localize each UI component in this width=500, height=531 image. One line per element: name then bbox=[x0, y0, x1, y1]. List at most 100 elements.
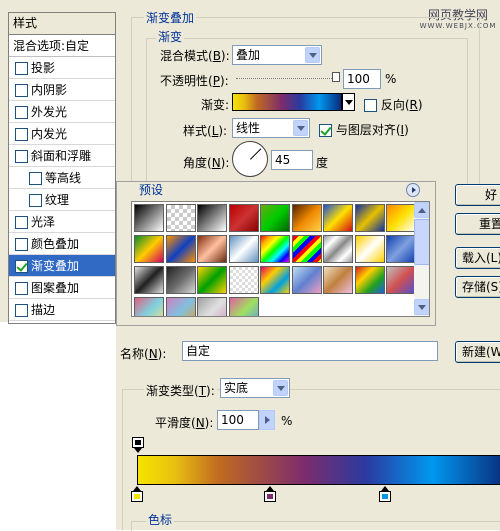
opacity-input[interactable]: 100 bbox=[343, 69, 381, 89]
gradient-picker[interactable] bbox=[232, 93, 342, 111]
preset-swatch[interactable] bbox=[165, 297, 196, 316]
opacity-slider-track[interactable] bbox=[236, 78, 340, 79]
name-input[interactable]: 自定 bbox=[182, 341, 438, 361]
smoothness-input[interactable]: 100 bbox=[217, 410, 259, 430]
triangle-right-icon bbox=[265, 416, 270, 424]
style-item[interactable]: 投影 bbox=[9, 57, 115, 79]
smoothness-stepper[interactable] bbox=[259, 410, 275, 430]
preset-swatch[interactable] bbox=[165, 235, 196, 263]
style-item-label: 内阴影 bbox=[31, 83, 68, 97]
chevron-down-icon bbox=[418, 305, 426, 310]
angle-dial[interactable] bbox=[232, 141, 268, 177]
align-with-layer-checkbox[interactable]: 与图层对齐(I) bbox=[319, 121, 409, 138]
preset-swatch[interactable] bbox=[197, 235, 227, 263]
style-item-checkbox[interactable] bbox=[15, 128, 28, 141]
style-item-checkbox[interactable] bbox=[15, 304, 28, 317]
gradient-dropdown-button[interactable] bbox=[342, 93, 355, 111]
style-item[interactable]: 颜色叠加 bbox=[9, 233, 115, 255]
reset-button[interactable]: 重置 bbox=[455, 213, 500, 235]
preset-swatch[interactable] bbox=[354, 204, 385, 232]
style-item-checkbox[interactable] bbox=[29, 194, 42, 207]
style-item-checkbox[interactable] bbox=[15, 62, 28, 75]
preset-swatch[interactable] bbox=[386, 266, 416, 294]
preset-swatch[interactable] bbox=[228, 235, 259, 263]
style-select[interactable]: 线性 bbox=[232, 118, 310, 138]
preset-swatch[interactable] bbox=[260, 266, 290, 294]
style-item-checkbox[interactable] bbox=[15, 150, 28, 163]
preset-swatch[interactable] bbox=[134, 204, 164, 232]
style-item-checkbox[interactable] bbox=[15, 216, 28, 229]
style-item-checkbox[interactable] bbox=[15, 84, 28, 97]
preset-swatch[interactable] bbox=[291, 266, 322, 294]
opacity-label-text: 不透明性( bbox=[160, 74, 213, 88]
preset-swatch[interactable] bbox=[354, 266, 385, 294]
new-button[interactable]: 新建(W) bbox=[455, 341, 500, 363]
gradient-type-select[interactable]: 实底 bbox=[220, 378, 290, 398]
style-item-checkbox[interactable] bbox=[15, 238, 28, 251]
color-stops-title: 色标 bbox=[146, 511, 175, 528]
scroll-down-button[interactable] bbox=[414, 299, 429, 315]
load-button[interactable]: 载入(L)... bbox=[455, 247, 500, 269]
preset-swatch[interactable] bbox=[386, 204, 416, 232]
ok-button[interactable]: 好 bbox=[455, 184, 500, 206]
preset-swatch[interactable] bbox=[197, 297, 227, 316]
gradient-bar[interactable] bbox=[137, 455, 500, 485]
preset-swatch[interactable] bbox=[134, 297, 164, 316]
preset-swatch[interactable] bbox=[291, 235, 322, 263]
style-item[interactable]: 渐变叠加 bbox=[9, 255, 115, 277]
angle-input[interactable]: 45 bbox=[271, 150, 313, 170]
style-item-label: 斜面和浮雕 bbox=[31, 149, 92, 163]
presets-scrollbar[interactable] bbox=[414, 202, 429, 316]
style-item[interactable]: 纹理 bbox=[9, 189, 115, 211]
style-item-label: 外发光 bbox=[31, 105, 68, 119]
color-stop[interactable] bbox=[131, 486, 143, 502]
style-item-checkbox[interactable] bbox=[15, 106, 28, 119]
style-item[interactable]: 外发光 bbox=[9, 101, 115, 123]
preset-swatch[interactable] bbox=[291, 204, 322, 232]
style-item[interactable]: 斜面和浮雕 bbox=[9, 145, 115, 167]
gradient-type-label-text: 渐变类型( bbox=[146, 384, 199, 398]
style-item[interactable]: 图案叠加 bbox=[9, 277, 115, 299]
presets-menu-button[interactable] bbox=[406, 183, 420, 197]
opacity-slider-thumb[interactable] bbox=[332, 72, 340, 82]
preset-swatch[interactable] bbox=[260, 204, 290, 232]
preset-swatch[interactable] bbox=[165, 204, 196, 232]
preset-swatch[interactable] bbox=[228, 204, 259, 232]
style-item[interactable]: 描边 bbox=[9, 299, 115, 321]
color-stop[interactable] bbox=[378, 486, 391, 502]
scroll-up-button[interactable] bbox=[414, 202, 429, 218]
blend-options-item[interactable]: 混合选项:自定 bbox=[9, 35, 115, 57]
preset-swatch[interactable] bbox=[260, 235, 290, 263]
preset-swatch[interactable] bbox=[386, 235, 416, 263]
preset-swatch[interactable] bbox=[197, 266, 227, 294]
preset-swatch[interactable] bbox=[197, 204, 227, 232]
preset-swatch[interactable] bbox=[134, 235, 164, 263]
preset-swatch[interactable] bbox=[323, 235, 353, 263]
style-item[interactable]: 内发光 bbox=[9, 123, 115, 145]
opacity-stop[interactable] bbox=[132, 437, 144, 454]
styles-panel: 样式 混合选项:自定 投影 内阴影 外发光 内发光 斜面和浮雕 等高线 纹理 光泽 颜色叠加 渐变… bbox=[8, 12, 116, 324]
style-item[interactable]: 等高线 bbox=[9, 167, 115, 189]
style-item[interactable]: 光泽 bbox=[9, 211, 115, 233]
preset-swatch[interactable] bbox=[323, 266, 353, 294]
style-item-checkbox[interactable] bbox=[15, 282, 28, 295]
save-button[interactable]: 存储(S)... bbox=[455, 276, 500, 298]
preset-swatch[interactable] bbox=[134, 266, 164, 294]
align-check-box[interactable] bbox=[319, 124, 332, 137]
chevron-up-icon bbox=[418, 208, 426, 213]
style-item-checkbox[interactable] bbox=[15, 260, 28, 273]
gradient-group-title: 渐变 bbox=[156, 28, 185, 45]
blend-mode-select[interactable]: 叠加 bbox=[232, 45, 322, 65]
preset-swatch[interactable] bbox=[228, 266, 259, 294]
style-item-checkbox[interactable] bbox=[29, 172, 42, 185]
style-item[interactable]: 内阴影 bbox=[9, 79, 115, 101]
color-stop[interactable] bbox=[264, 486, 277, 502]
reverse-check-box[interactable] bbox=[364, 99, 377, 112]
reverse-checkbox[interactable]: 反向(R) bbox=[364, 96, 423, 113]
preset-swatch[interactable] bbox=[323, 204, 353, 232]
preset-swatch[interactable] bbox=[354, 235, 385, 263]
scroll-thumb[interactable] bbox=[414, 219, 429, 265]
preset-swatch[interactable] bbox=[165, 266, 196, 294]
align-hotkey: I bbox=[400, 123, 405, 137]
preset-swatch[interactable] bbox=[228, 297, 259, 316]
